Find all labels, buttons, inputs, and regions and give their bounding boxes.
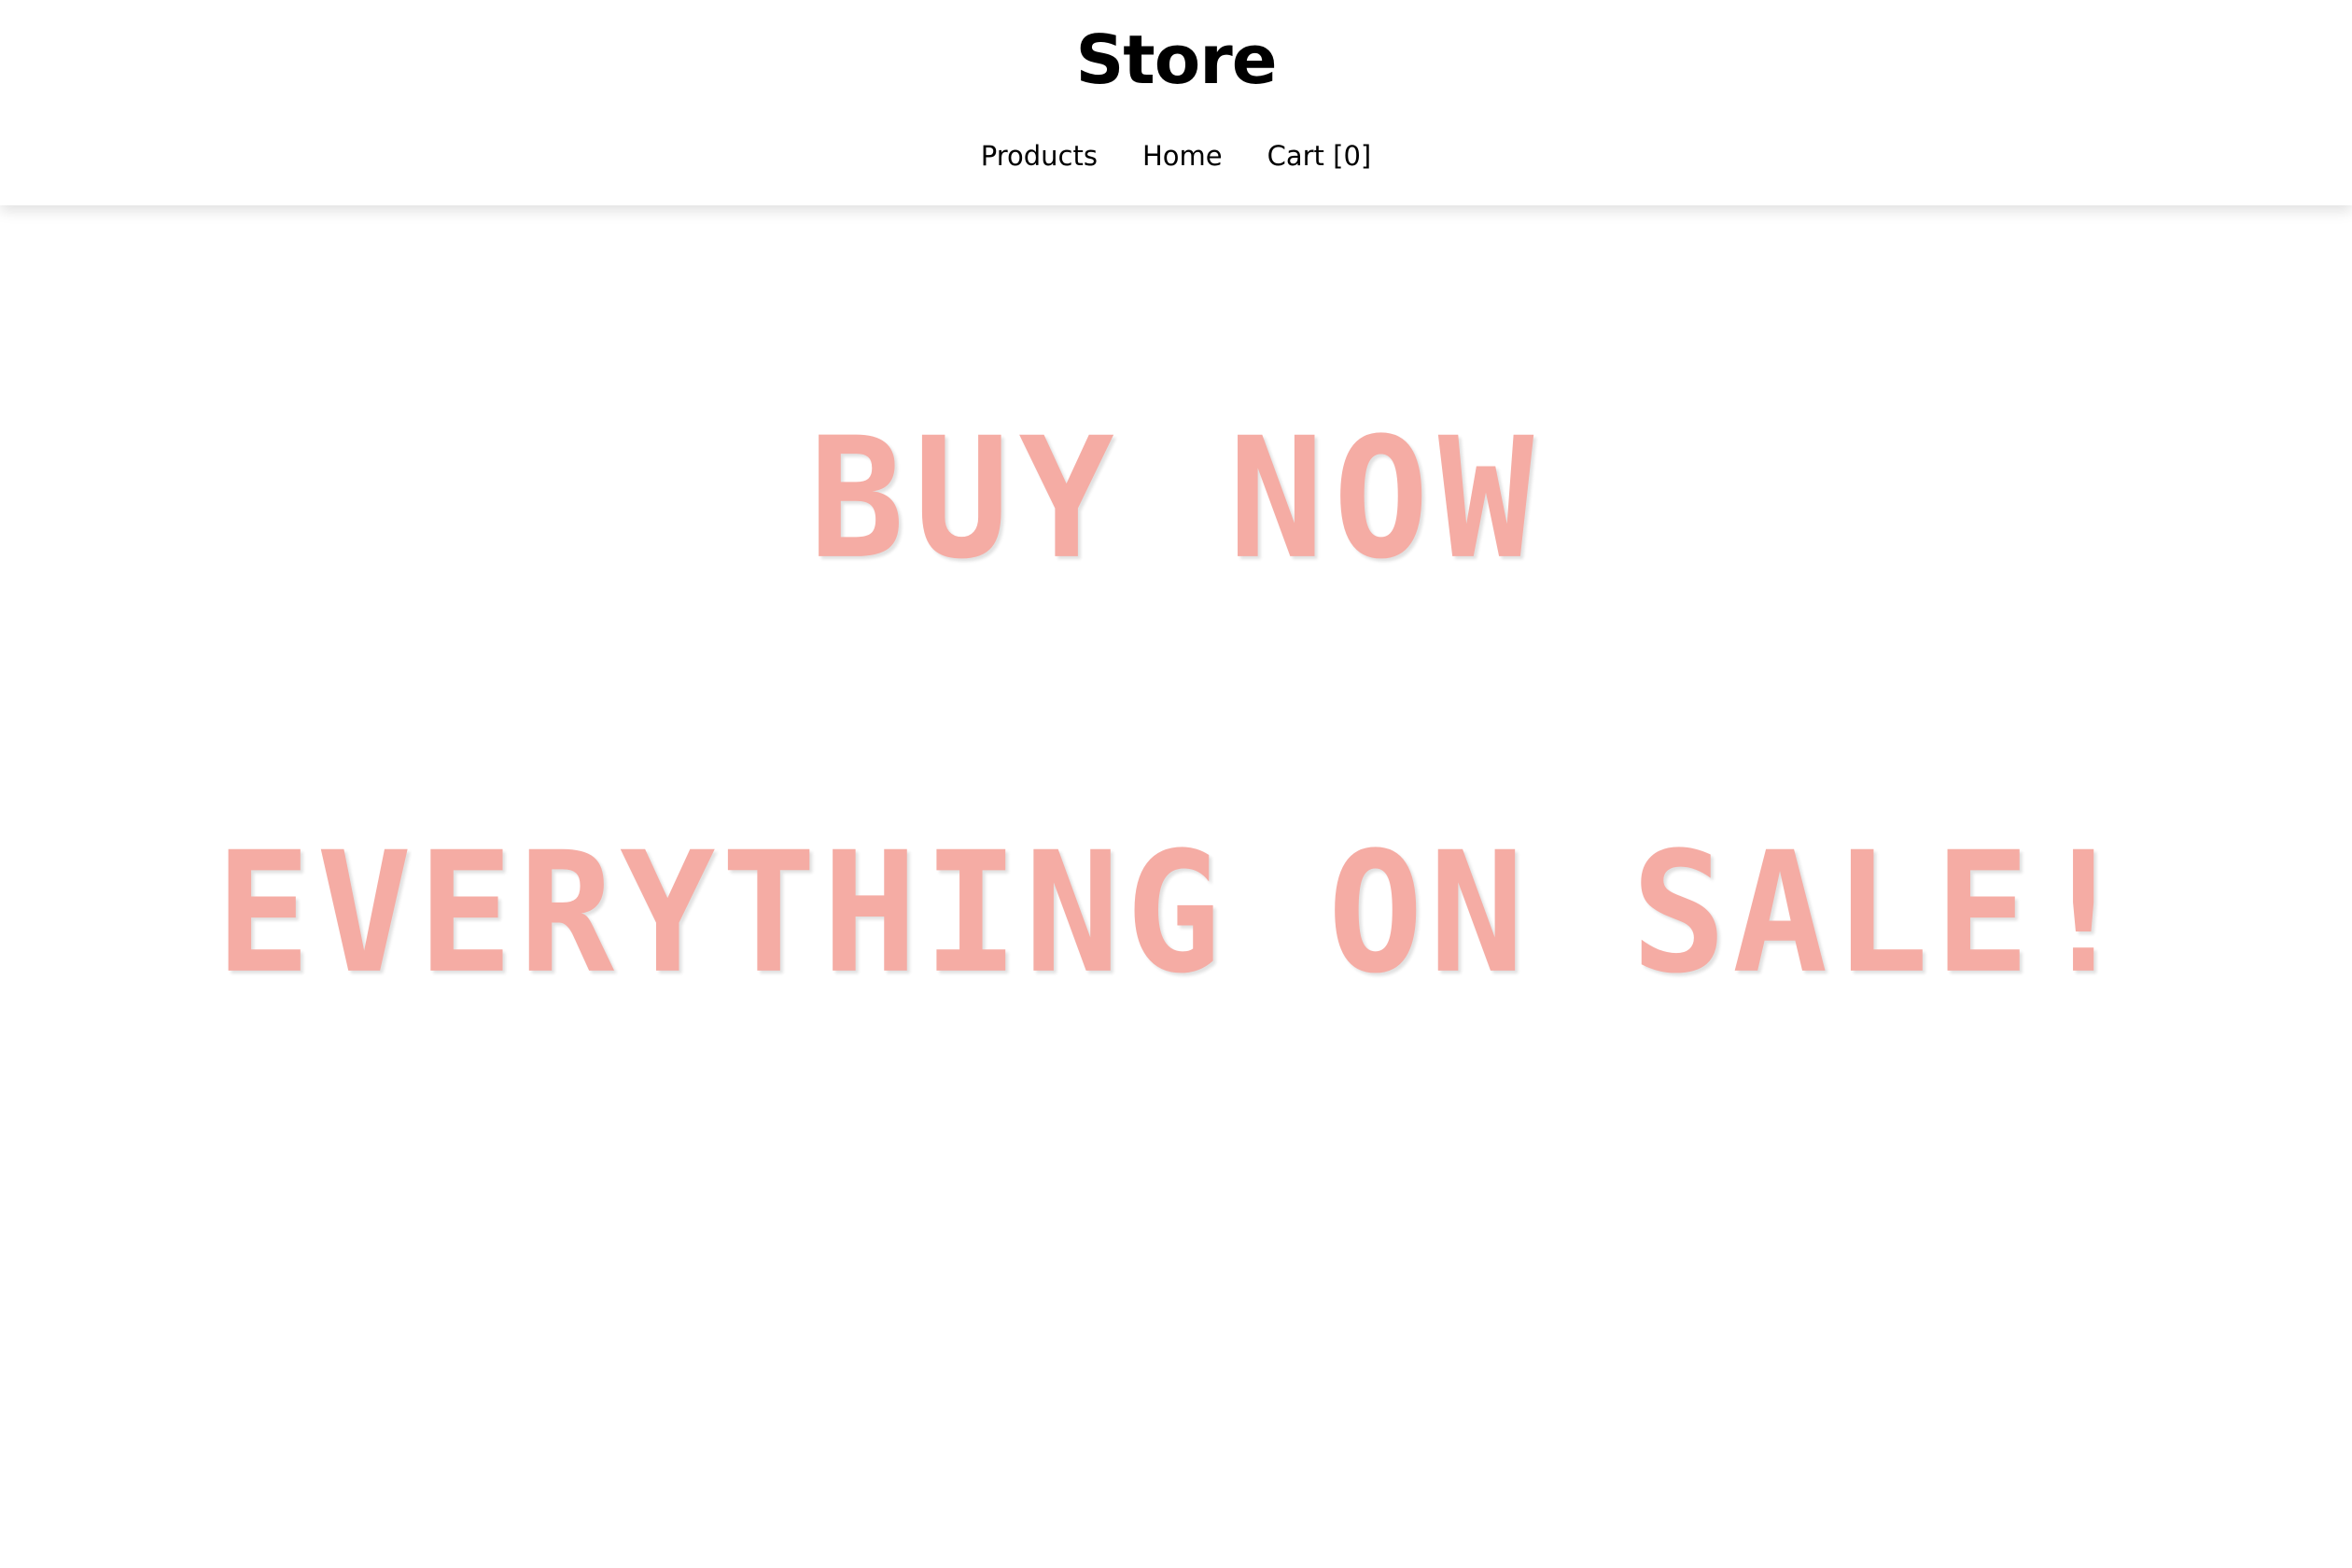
- main-nav: Products Home Cart [0]: [0, 135, 2352, 176]
- nav-link-products[interactable]: Products: [981, 135, 1098, 176]
- hero-headline-sale: EVERYTHING ON SALE!: [215, 817, 2137, 1011]
- hero-headline-buy-now: BUY NOW: [808, 402, 1544, 596]
- store-logo-title[interactable]: Store: [0, 17, 2352, 103]
- nav-link-home[interactable]: Home: [1142, 135, 1223, 176]
- page: Store Products Home Cart [0] BUY NOW EVE…: [0, 0, 2352, 1568]
- site-header: Store Products Home Cart [0]: [0, 0, 2352, 205]
- nav-link-cart[interactable]: Cart [0]: [1267, 135, 1372, 176]
